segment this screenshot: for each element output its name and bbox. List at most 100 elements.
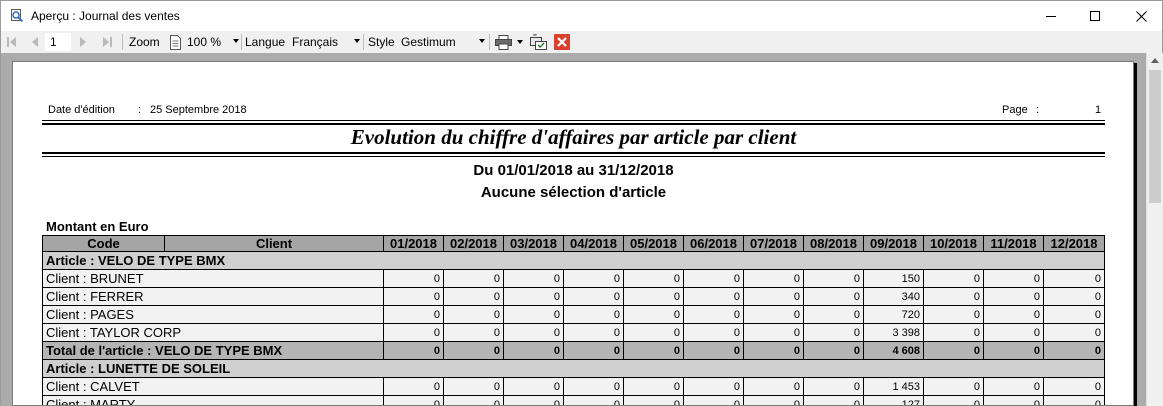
month-value-cell: 0 — [743, 377, 804, 396]
month-value-cell: 0 — [923, 287, 984, 306]
month-value-cell: 0 — [1043, 269, 1105, 288]
month-value-cell: 0 — [1043, 377, 1105, 396]
first-page-icon[interactable] — [7, 31, 17, 53]
next-page-icon[interactable] — [79, 31, 87, 53]
month-value-cell: 0 — [743, 341, 804, 360]
month-value-cell: 0 — [923, 323, 984, 342]
client-label: Client : CALVET — [42, 377, 384, 396]
minimize-button[interactable] — [1028, 1, 1074, 31]
scroll-up-icon[interactable] — [1151, 58, 1159, 63]
column-header-month: 02/2018 — [443, 235, 504, 252]
month-value-cell: 0 — [683, 323, 744, 342]
month-value-cell: 0 — [683, 377, 744, 396]
close-preview-icon[interactable] — [554, 31, 570, 53]
month-value-cell: 0 — [683, 269, 744, 288]
month-value-cell: 0 — [743, 287, 804, 306]
table-row: Client : CALVET 0 0 0 0 0 0 0 0 1 453 0 0 0 — [42, 377, 1105, 396]
article-group-row: Article : LUNETTE DE SOLEIL — [42, 359, 1105, 378]
column-header-month: 10/2018 — [923, 235, 984, 252]
month-value-cell: 0 — [383, 341, 444, 360]
table-row: Client : BRUNET 0 0 0 0 0 0 0 0 150 0 0 0 — [42, 269, 1105, 288]
column-header-month: 12/2018 — [1043, 235, 1105, 252]
month-value-cell: 0 — [443, 341, 504, 360]
month-value-cell: 0 — [563, 269, 624, 288]
month-value-cell: 150 — [863, 269, 924, 288]
month-value-cell: 4 608 — [863, 341, 924, 360]
table-row: Client : FERRER 0 0 0 0 0 0 0 0 340 0 0 0 — [42, 287, 1105, 306]
month-value-cell: 0 — [683, 395, 744, 405]
column-header-month: 06/2018 — [683, 235, 744, 252]
toolbar-separator — [122, 34, 123, 50]
month-value-cell: 0 — [443, 269, 504, 288]
month-value-cell: 0 — [803, 269, 864, 288]
client-label: Client : BRUNET — [42, 269, 384, 288]
title-bar: Aperçu : Journal des ventes — [0, 0, 1163, 31]
month-value-cell: 0 — [923, 269, 984, 288]
zoom-select[interactable]: 100 % — [187, 32, 239, 52]
style-value: Gestimum — [401, 35, 456, 49]
month-value-cell: 0 — [803, 341, 864, 360]
month-value-cell: 0 — [623, 341, 684, 360]
table-row: Client : PAGES 0 0 0 0 0 0 0 0 720 0 0 0 — [42, 305, 1105, 324]
month-value-cell: 0 — [983, 287, 1044, 306]
previous-page-icon[interactable] — [31, 31, 39, 53]
month-value-cell: 0 — [503, 269, 564, 288]
article-total-row: Total de l'article : VELO DE TYPE BMX 0 0 0… — [42, 341, 1105, 360]
month-value-cell: 0 — [563, 341, 624, 360]
close-window-button[interactable] — [1118, 1, 1163, 31]
page-number: 1 — [1095, 104, 1102, 116]
edition-date-value: 25 Septembre 2018 — [150, 104, 247, 116]
scrollbar-thumb[interactable] — [1149, 70, 1161, 203]
month-value-cell: 0 — [803, 305, 864, 324]
month-value-cell: 1 453 — [863, 377, 924, 396]
month-value-cell: 0 — [923, 395, 984, 405]
month-value-cell: 0 — [1043, 305, 1105, 324]
month-value-cell: 0 — [1043, 341, 1105, 360]
month-value-cell: 0 — [383, 395, 444, 405]
page-zoom-icon[interactable] — [169, 31, 182, 53]
month-value-cell: 0 — [623, 269, 684, 288]
last-page-icon[interactable] — [102, 31, 112, 53]
column-header-client: Client — [164, 235, 384, 252]
report-selection: Aucune sélection d'article — [480, 184, 667, 201]
page-label: Page — [1002, 104, 1028, 116]
export-icon[interactable] — [530, 31, 547, 53]
window-title: Aperçu : Journal des ventes — [31, 9, 180, 23]
month-value-cell: 0 — [1043, 395, 1105, 405]
chevron-down-icon[interactable] — [517, 31, 523, 53]
page-separator: : — [1036, 104, 1040, 116]
column-header-month: 01/2018 — [383, 235, 444, 252]
language-value: Français — [292, 35, 339, 49]
style-select[interactable]: Gestimum — [401, 32, 485, 52]
month-value-cell: 0 — [983, 269, 1044, 288]
column-header-month: 09/2018 — [863, 235, 924, 252]
month-value-cell: 0 — [1043, 323, 1105, 342]
month-value-cell: 0 — [983, 377, 1044, 396]
printer-icon[interactable] — [495, 31, 512, 53]
client-label: Client : MARTY — [42, 395, 384, 405]
month-value-cell: 0 — [383, 287, 444, 306]
month-value-cell: 0 — [503, 341, 564, 360]
month-value-cell: 0 — [383, 377, 444, 396]
vertical-scrollbar[interactable] — [1146, 53, 1163, 406]
toolbar-separator — [489, 34, 490, 50]
maximize-button[interactable] — [1072, 1, 1118, 31]
report-page: Date d'édition : 25 Septembre 2018 Page … — [12, 61, 1134, 406]
toolbar-separator — [363, 34, 364, 50]
month-value-cell: 0 — [443, 305, 504, 324]
sales-table: Code Client 01/2018 02/2018 03/2018 04/2018… — [42, 235, 1105, 405]
column-header-month: 08/2018 — [803, 235, 864, 252]
month-value-cell: 0 — [743, 305, 804, 324]
month-value-cell: 720 — [863, 305, 924, 324]
column-header-month: 03/2018 — [503, 235, 564, 252]
page-number-input[interactable]: 1 — [45, 33, 71, 51]
chevron-down-icon — [354, 39, 360, 43]
month-value-cell: 0 — [563, 305, 624, 324]
language-select[interactable]: Français — [292, 32, 360, 52]
table-row: Client : TAYLOR CORP 0 0 0 0 0 0 0 0 3 398 0 0 0 — [42, 323, 1105, 342]
month-value-cell: 0 — [683, 341, 744, 360]
month-value-cell: 0 — [743, 395, 804, 405]
article-label: Article : VELO DE TYPE BMX — [42, 251, 1105, 270]
month-value-cell: 0 — [383, 323, 444, 342]
month-value-cell: 0 — [683, 287, 744, 306]
